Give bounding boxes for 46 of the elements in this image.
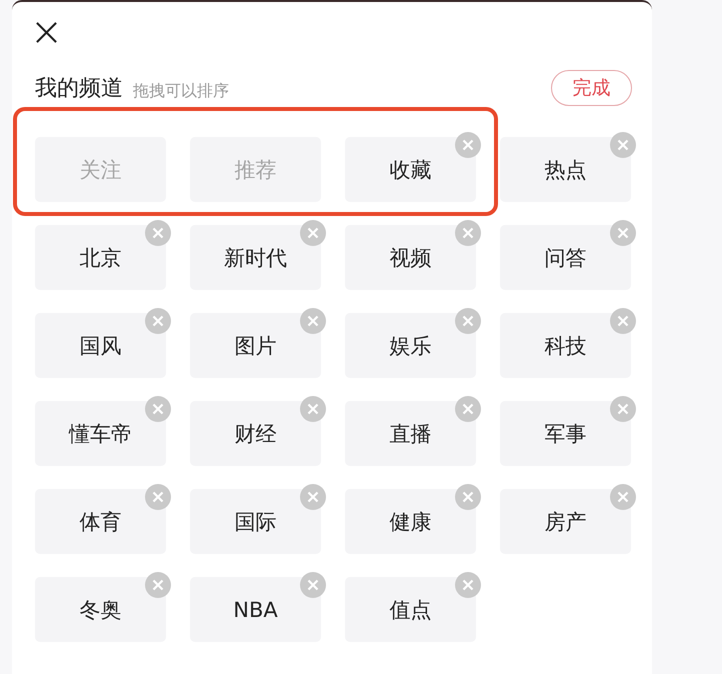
- remove-icon[interactable]: [610, 132, 636, 158]
- channel-tile[interactable]: 问答: [500, 225, 631, 290]
- channel-tile[interactable]: 体育: [35, 489, 166, 554]
- channel-tile[interactable]: 冬奥: [35, 577, 166, 642]
- remove-icon[interactable]: [145, 308, 171, 334]
- remove-icon[interactable]: [455, 220, 481, 246]
- close-icon[interactable]: [35, 21, 58, 44]
- remove-icon[interactable]: [145, 220, 171, 246]
- channel-tile[interactable]: 科技: [500, 313, 631, 378]
- remove-icon[interactable]: [300, 308, 326, 334]
- channel-tile[interactable]: 图片: [190, 313, 321, 378]
- channel-tile[interactable]: 国风: [35, 313, 166, 378]
- remove-icon[interactable]: [610, 396, 636, 422]
- remove-icon[interactable]: [455, 132, 481, 158]
- remove-icon[interactable]: [300, 396, 326, 422]
- channel-tile[interactable]: 新时代: [190, 225, 321, 290]
- channel-tile[interactable]: 娱乐: [345, 313, 476, 378]
- channel-tile[interactable]: 懂车帝: [35, 401, 166, 466]
- channel-tile[interactable]: 房产: [500, 489, 631, 554]
- channel-tile[interactable]: 北京: [35, 225, 166, 290]
- done-button[interactable]: 完成: [551, 70, 632, 106]
- channel-tile[interactable]: 健康: [345, 489, 476, 554]
- remove-icon[interactable]: [145, 572, 171, 598]
- remove-icon[interactable]: [455, 484, 481, 510]
- remove-icon[interactable]: [610, 484, 636, 510]
- remove-icon[interactable]: [610, 308, 636, 334]
- channel-tile[interactable]: 直播: [345, 401, 476, 466]
- remove-icon[interactable]: [455, 308, 481, 334]
- remove-icon[interactable]: [455, 572, 481, 598]
- section-hint: 拖拽可以排序: [133, 80, 229, 102]
- remove-icon[interactable]: [145, 484, 171, 510]
- channel-tile[interactable]: 热点: [500, 137, 631, 202]
- channel-tile[interactable]: 值点: [345, 577, 476, 642]
- channel-tile[interactable]: 军事: [500, 401, 631, 466]
- channel-tile[interactable]: 国际: [190, 489, 321, 554]
- remove-icon[interactable]: [455, 396, 481, 422]
- channel-tile[interactable]: NBA: [190, 577, 321, 642]
- channel-tile[interactable]: 财经: [190, 401, 321, 466]
- remove-icon[interactable]: [300, 220, 326, 246]
- remove-icon[interactable]: [300, 484, 326, 510]
- section-title: 我的频道: [35, 75, 123, 103]
- remove-icon[interactable]: [300, 572, 326, 598]
- remove-icon[interactable]: [145, 396, 171, 422]
- channel-tile[interactable]: 收藏: [345, 137, 476, 202]
- remove-icon[interactable]: [610, 220, 636, 246]
- channel-tile[interactable]: 视频: [345, 225, 476, 290]
